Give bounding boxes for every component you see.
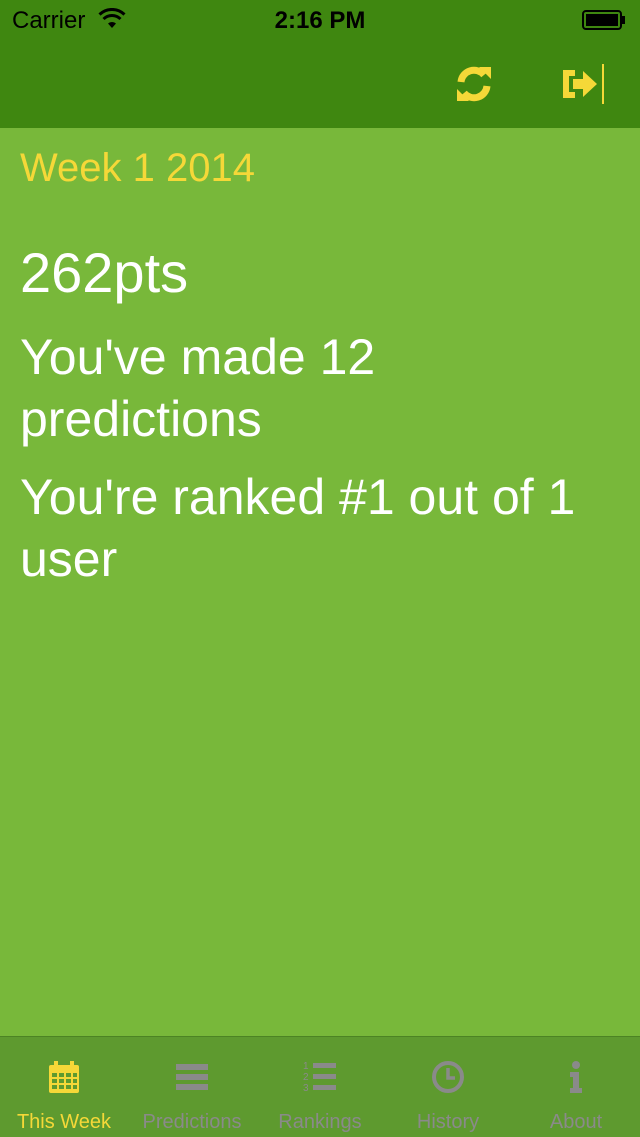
ordered-list-icon: 1 2 3 — [303, 1061, 336, 1094]
list-icon — [176, 1064, 208, 1090]
info-icon — [570, 1061, 582, 1093]
predictions-count-text: You've made 12 predictions — [20, 329, 376, 447]
logout-button[interactable] — [558, 60, 606, 108]
tab-bar: This Week Predictions 1 2 3 Rankings His… — [0, 1036, 640, 1137]
tab-this-week[interactable]: This Week — [0, 1037, 128, 1137]
sign-out-icon — [563, 64, 604, 104]
tab-label: This Week — [16, 1111, 112, 1133]
tab-label: History — [416, 1111, 480, 1133]
tab-label: Rankings — [278, 1111, 362, 1133]
refresh-button[interactable] — [450, 60, 498, 108]
status-bar: Carrier 2:16 PM — [0, 0, 640, 40]
status-time: 2:16 PM — [274, 7, 366, 34]
week-title: Week 1 2014 — [20, 146, 255, 190]
battery-icon — [582, 10, 625, 30]
this-week-summary: Week 1 2014 262pts You've made 12 predic… — [0, 128, 640, 1036]
tab-rankings[interactable]: 1 2 3 Rankings — [256, 1037, 384, 1137]
calendar-icon — [49, 1061, 79, 1093]
svg-text:1: 1 — [303, 1061, 309, 1072]
navigation-bar — [0, 40, 640, 128]
ranking-text: You're ranked #1 out of 1 user — [20, 469, 576, 587]
svg-text:3: 3 — [303, 1083, 309, 1094]
tab-predictions[interactable]: Predictions — [128, 1037, 256, 1137]
clock-icon — [432, 1061, 464, 1093]
tab-label: Predictions — [142, 1111, 242, 1133]
tab-about[interactable]: About — [512, 1037, 640, 1137]
tab-history[interactable]: History — [384, 1037, 512, 1137]
points-total: 262pts — [20, 241, 189, 304]
svg-text:2: 2 — [303, 1072, 309, 1083]
refresh-icon — [457, 66, 491, 102]
tab-label: About — [549, 1111, 603, 1133]
